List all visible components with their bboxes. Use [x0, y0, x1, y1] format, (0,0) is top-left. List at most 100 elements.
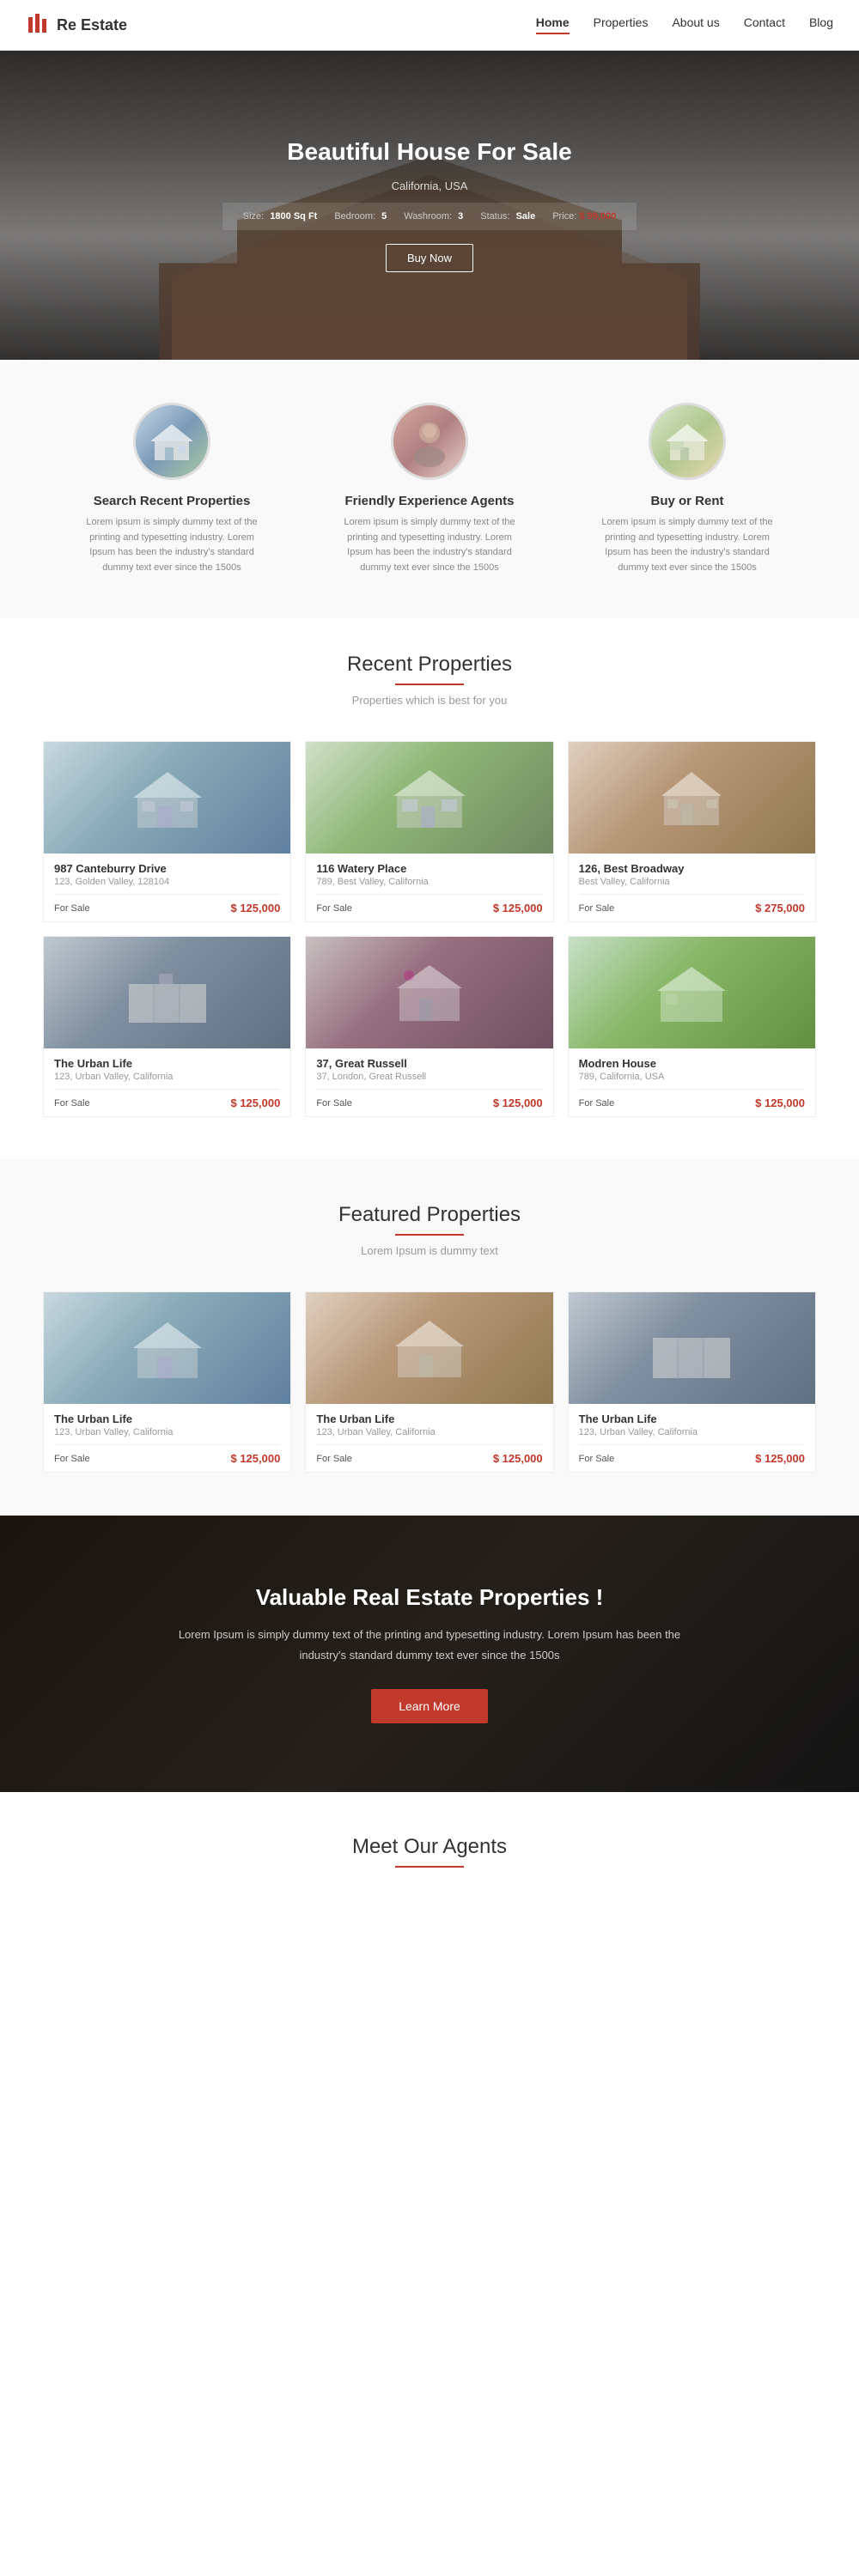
- property-addr-3: 123, Urban Valley, California: [54, 1072, 280, 1082]
- house-icon-3: [44, 937, 290, 1048]
- hero-location: California, USA: [222, 179, 637, 192]
- property-addr-1: 789, Best Valley, California: [316, 877, 542, 887]
- featured-house-icon-1: [306, 1292, 552, 1404]
- featured-img-1: [306, 1292, 552, 1404]
- property-img-5: [569, 937, 815, 1048]
- nav-properties[interactable]: Properties: [594, 15, 649, 34]
- featured-footer-0: For Sale $ 125,000: [54, 1444, 280, 1465]
- property-price-0: $ 125,000: [230, 902, 280, 914]
- recent-properties-section: 987 Canteburry Drive 123, Golden Valley,…: [0, 724, 859, 1160]
- house-icon-5: [569, 937, 815, 1048]
- property-price-2: $ 275,000: [755, 902, 805, 914]
- hero-size: Size: 1800 Sq Ft: [243, 211, 318, 222]
- cta-desc: Lorem Ipsum is simply dummy text of the …: [172, 1625, 687, 1665]
- property-name-0: 987 Canteburry Drive: [54, 862, 280, 875]
- property-card-0: 987 Canteburry Drive 123, Golden Valley,…: [43, 741, 291, 922]
- featured-addr-0: 123, Urban Valley, California: [54, 1427, 280, 1437]
- property-addr-5: 789, California, USA: [579, 1072, 805, 1082]
- recent-subtitle: Properties which is best for you: [17, 694, 842, 707]
- property-footer-2: For Sale $ 275,000: [579, 894, 805, 914]
- property-status-4: For Sale: [316, 1098, 352, 1109]
- hero-content: Beautiful House For Sale California, USA…: [222, 138, 637, 272]
- featured-info-2: The Urban Life 123, Urban Valley, Califo…: [569, 1404, 815, 1472]
- nav-blog[interactable]: Blog: [809, 15, 833, 34]
- property-img-4: [306, 937, 552, 1048]
- featured-img-2: [569, 1292, 815, 1404]
- property-img-3: [44, 937, 290, 1048]
- hero-status: Status: Sale: [480, 211, 535, 222]
- feature-img-person: [391, 403, 468, 480]
- hero-washroom: Washroom: 3: [404, 211, 463, 222]
- featured-subtitle: Lorem Ipsum is dummy text: [17, 1244, 842, 1257]
- featured-footer-2: For Sale $ 125,000: [579, 1444, 805, 1465]
- featured-status-2: For Sale: [579, 1454, 615, 1464]
- featured-title: Featured Properties: [17, 1203, 842, 1227]
- recent-underline: [395, 683, 464, 685]
- hero-title: Beautiful House For Sale: [222, 138, 637, 166]
- featured-properties-section: The Urban Life 123, Urban Valley, Califo…: [0, 1274, 859, 1516]
- featured-status-1: For Sale: [316, 1454, 352, 1464]
- house-icon-2: [569, 742, 815, 854]
- house-icon-0: [44, 742, 290, 854]
- property-footer-5: For Sale $ 125,000: [579, 1089, 805, 1109]
- property-img-1: [306, 742, 552, 854]
- property-footer-0: For Sale $ 125,000: [54, 894, 280, 914]
- property-card-2: 126, Best Broadway Best Valley, Californ…: [568, 741, 816, 922]
- featured-card-0: The Urban Life 123, Urban Valley, Califo…: [43, 1291, 291, 1473]
- buy-now-button[interactable]: Buy Now: [386, 244, 473, 272]
- featured-status-0: For Sale: [54, 1454, 90, 1464]
- navbar: Re Estate Home Properties About us Conta…: [0, 0, 859, 51]
- property-info-5: Modren House 789, California, USA For Sa…: [569, 1048, 815, 1116]
- house-icon-4: [306, 937, 552, 1048]
- logo-icon: [26, 10, 50, 39]
- property-info-1: 116 Watery Place 789, Best Valley, Calif…: [306, 854, 552, 921]
- featured-house-icon-0: [44, 1292, 290, 1404]
- hero-details: Size: 1800 Sq Ft Bedroom: 5 Washroom: 3 …: [222, 203, 637, 230]
- featured-underline: [395, 1234, 464, 1236]
- featured-name-2: The Urban Life: [579, 1413, 805, 1425]
- feature-search: Search Recent Properties Lorem ipsum is …: [77, 403, 266, 575]
- feature-desc-1: Lorem ipsum is simply dummy text of the …: [335, 515, 524, 575]
- feature-img-house1: [133, 403, 210, 480]
- property-img-2: [569, 742, 815, 854]
- property-img-0: [44, 742, 290, 854]
- nav-home[interactable]: Home: [536, 15, 570, 34]
- features-section: Search Recent Properties Lorem ipsum is …: [0, 360, 859, 618]
- recent-properties-grid: 987 Canteburry Drive 123, Golden Valley,…: [43, 741, 816, 1117]
- recent-title: Recent Properties: [17, 653, 842, 677]
- agents-header: Meet Our Agents: [43, 1826, 816, 1885]
- hero-bedroom: Bedroom: 5: [334, 211, 387, 222]
- recent-properties-header: Recent Properties Properties which is be…: [0, 618, 859, 724]
- property-addr-0: 123, Golden Valley, 128104: [54, 877, 280, 887]
- nav-contact[interactable]: Contact: [744, 15, 785, 34]
- property-footer-1: For Sale $ 125,000: [316, 894, 542, 914]
- property-price-5: $ 125,000: [755, 1097, 805, 1109]
- feature-buyrent: Buy or Rent Lorem ipsum is simply dummy …: [593, 403, 782, 575]
- learn-more-button[interactable]: Learn More: [371, 1689, 488, 1723]
- featured-price-2: $ 125,000: [755, 1452, 805, 1465]
- hero-price: Price: $ 99,000: [552, 211, 616, 222]
- property-price-3: $ 125,000: [230, 1097, 280, 1109]
- feature-desc-2: Lorem ipsum is simply dummy text of the …: [593, 515, 782, 575]
- property-status-1: For Sale: [316, 903, 352, 914]
- cta-section: Valuable Real Estate Properties ! Lorem …: [0, 1516, 859, 1792]
- property-info-4: 37, Great Russell 37, London, Great Russ…: [306, 1048, 552, 1116]
- featured-card-2: The Urban Life 123, Urban Valley, Califo…: [568, 1291, 816, 1473]
- property-addr-4: 37, London, Great Russell: [316, 1072, 542, 1082]
- agents-underline: [395, 1866, 464, 1868]
- property-price-1: $ 125,000: [493, 902, 543, 914]
- property-footer-3: For Sale $ 125,000: [54, 1089, 280, 1109]
- house-icon-1: [306, 742, 552, 854]
- feature-title-0: Search Recent Properties: [77, 494, 266, 508]
- logo-text: Re Estate: [57, 16, 127, 34]
- property-status-5: For Sale: [579, 1098, 615, 1109]
- nav-links: Home Properties About us Contact Blog: [536, 15, 833, 34]
- hero-section: Beautiful House For Sale California, USA…: [0, 51, 859, 360]
- featured-name-1: The Urban Life: [316, 1413, 542, 1425]
- featured-house-icon-2: [569, 1292, 815, 1404]
- featured-price-0: $ 125,000: [230, 1452, 280, 1465]
- feature-title-1: Friendly Experience Agents: [335, 494, 524, 508]
- property-price-4: $ 125,000: [493, 1097, 543, 1109]
- nav-about[interactable]: About us: [672, 15, 719, 34]
- property-name-2: 126, Best Broadway: [579, 862, 805, 875]
